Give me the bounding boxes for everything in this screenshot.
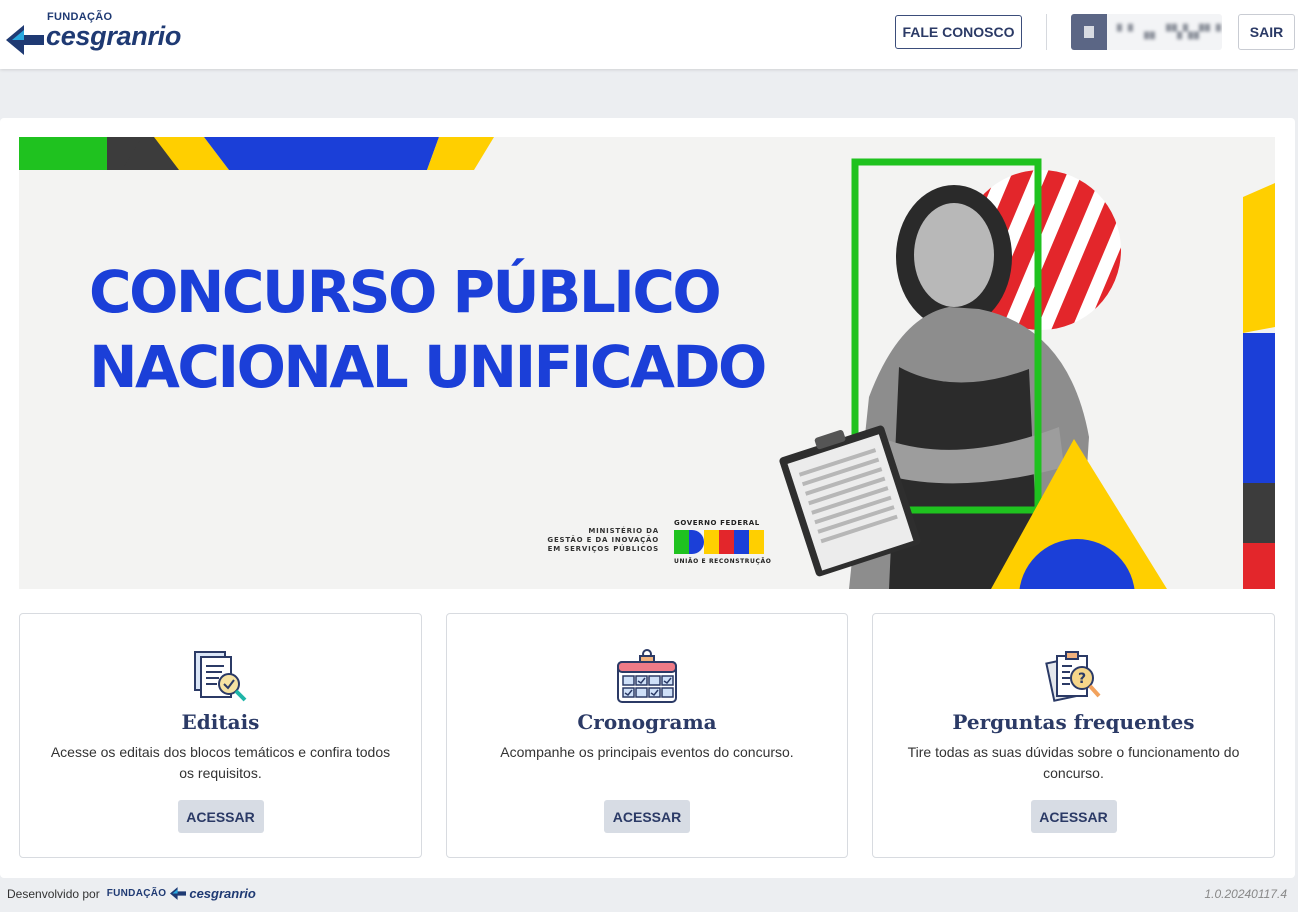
header-divider [1046,14,1047,50]
footer-brand-name: cesgranrio [189,886,256,901]
card-title: Cronograma [577,710,717,734]
ministry-label: MINISTÉRIO DA GESTÃO E DA INOVAÇÃO EM SE… [539,527,659,554]
banner-title-line-2: NACIONAL UNIFICADO [89,333,767,401]
access-editais-button[interactable]: ACESSAR [177,800,264,833]
brasil-wordmark [674,530,774,554]
card-title: Editais [181,710,260,734]
banner-title: CONCURSO PÚBLICO NACIONAL UNIFICADO [89,255,767,405]
user-name: ▘▘▗▖▝▚▚▞▘▘▗ [1117,24,1222,39]
documents-search-icon [193,651,246,702]
card-perguntas-frequentes: ? Perguntas frequentes Tire todas as sua… [872,613,1275,858]
banner-title-line-1: CONCURSO PÚBLICO [89,258,722,326]
hero-banner: CONCURSO PÚBLICO NACIONAL UNIFICADO MINI… [19,137,1275,589]
card-description: Acompanhe os principais eventos do concu… [500,744,794,760]
access-faq-button[interactable]: ACESSAR [1030,800,1117,833]
gov-title: GOVERNO FEDERAL [674,519,760,527]
faq-clipboard-icon: ? [1044,651,1100,702]
cesgranrio-arrow-icon [6,25,44,55]
logout-button[interactable]: SAIR [1238,14,1295,50]
logo-name-text: cesgranrio [46,21,182,51]
cesgranrio-logo[interactable]: FUNDAÇÃO cesgranrio [6,11,206,57]
government-logo: GOVERNO FEDERAL UNIÃO E RECONSTRUÇÃO [674,519,774,565]
calendar-icon [617,649,677,703]
ministry-line-2: GESTÃO E DA INOVAÇÃO [547,536,659,544]
card-cronograma: Cronograma Acompanhe os principais event… [446,613,848,858]
ministry-line-3: EM SERVIÇOS PÚBLICOS [547,545,659,553]
developed-by-text: Desenvolvido por [7,886,100,901]
card-title: Perguntas frequentes [952,710,1195,734]
footer-cesgranrio-arrow-icon [170,887,187,900]
footer-credits: Desenvolvido por FUNDAÇÃO cesgranrio [7,886,256,901]
footer-brand-small: FUNDAÇÃO [106,888,167,899]
user-menu[interactable]: ▘▘▗▖▝▚▚▞▘▘▗ [1071,14,1222,50]
top-header: FUNDAÇÃO cesgranrio FALE CONOSCO ▘▘▗▖▝▚▚… [0,0,1298,69]
ministry-line-1: MINISTÉRIO DA [588,527,659,535]
contact-button[interactable]: FALE CONOSCO [895,15,1022,49]
card-description: Tire todas as suas dúvidas sobre o funci… [907,744,1240,781]
card-editais: Editais Acesse os editais dos blocos tem… [19,613,422,858]
svg-text:?: ? [1077,671,1085,687]
gov-subtitle: UNIÃO E RECONSTRUÇÃO [674,558,772,565]
access-cronograma-button[interactable]: ACESSAR [604,800,690,833]
card-description: Acesse os editais dos blocos temáticos e… [50,744,391,781]
app-version: 1.0.20240117.4 [1204,887,1287,901]
user-icon [1071,14,1107,50]
